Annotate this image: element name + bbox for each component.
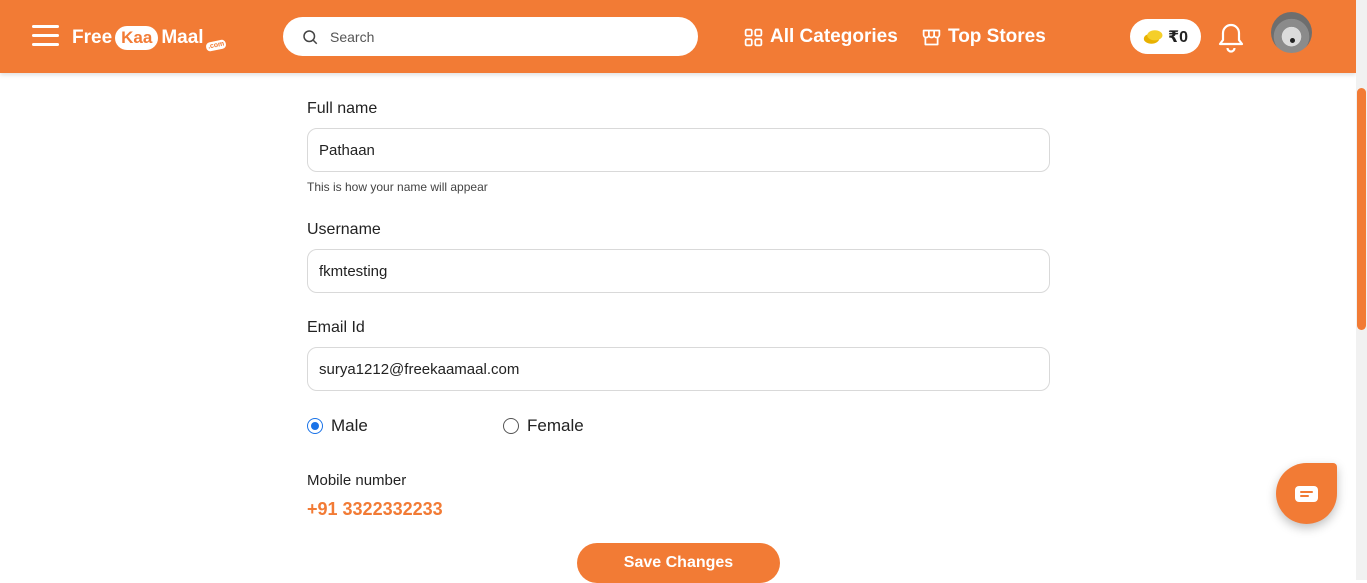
store-icon: [922, 29, 941, 45]
gender-female-label: Female: [527, 416, 584, 435]
hamburger-menu-icon[interactable]: [32, 24, 59, 46]
radio-circle-male[interactable]: [307, 418, 323, 434]
grid-icon: [744, 28, 763, 46]
search-input[interactable]: [328, 27, 672, 46]
mobile-label: Mobile number: [307, 472, 407, 489]
logo-part-kaa: Kaa: [115, 26, 159, 50]
logo-suffix: .com: [204, 38, 227, 52]
coins-value: ₹0: [1167, 28, 1189, 46]
top-stores-link[interactable]: Top Stores: [921, 24, 1046, 50]
chat-button[interactable]: [1276, 463, 1337, 524]
search-bar[interactable]: [283, 17, 698, 56]
username-input[interactable]: [307, 249, 1050, 293]
scrollbar-thumb[interactable]: [1357, 88, 1366, 330]
search-icon: [303, 29, 318, 44]
full-name-label: Full name: [307, 100, 378, 117]
bell-icon[interactable]: [1216, 21, 1246, 53]
all-categories-label: All Categories: [770, 26, 898, 47]
coin-icon: [1143, 29, 1163, 44]
all-categories-link[interactable]: All Categories: [743, 24, 898, 50]
username-label: Username: [307, 221, 381, 238]
logo[interactable]: Free Kaa Maal .com: [72, 23, 227, 53]
chat-icon: [1295, 486, 1318, 502]
logo-part-maal: Maal: [161, 27, 204, 48]
full-name-hint: This is how your name will appear: [307, 180, 488, 194]
save-changes-button[interactable]: Save Changes: [577, 543, 780, 583]
email-input[interactable]: [307, 347, 1050, 391]
avatar[interactable]: [1271, 12, 1312, 53]
full-name-input[interactable]: [307, 128, 1050, 172]
gender-female-radio[interactable]: Female: [503, 416, 584, 436]
logo-part-free: Free: [72, 27, 113, 48]
gender-male-radio[interactable]: Male: [307, 416, 368, 436]
mobile-value: +91 3322332233: [307, 499, 443, 519]
email-label: Email Id: [307, 319, 365, 336]
top-stores-label: Top Stores: [948, 26, 1046, 47]
radio-circle-female[interactable]: [503, 418, 519, 434]
coins-balance[interactable]: ₹0: [1130, 19, 1201, 54]
gender-male-label: Male: [331, 416, 368, 435]
top-header: Free Kaa Maal .com All Categories Top St…: [0, 0, 1356, 73]
